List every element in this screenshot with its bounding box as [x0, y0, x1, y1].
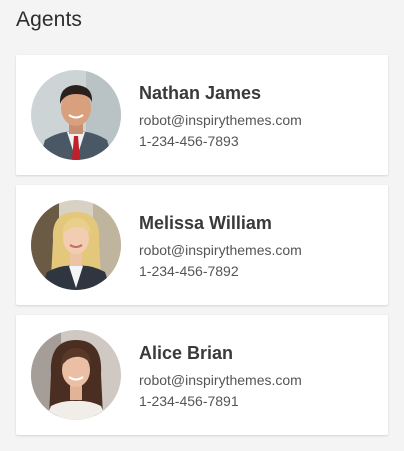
agent-photo[interactable] — [31, 200, 121, 290]
agent-photo[interactable] — [31, 70, 121, 160]
brunette-woman-portrait-icon — [31, 330, 121, 420]
agent-name[interactable]: Alice Brian — [139, 342, 302, 364]
agent-email[interactable]: robot@inspirythemes.com — [139, 240, 302, 261]
agent-phone[interactable]: 1-234-456-7892 — [139, 261, 302, 282]
agent-photo[interactable] — [31, 330, 121, 420]
agent-phone[interactable]: 1-234-456-7891 — [139, 391, 302, 412]
agent-email[interactable]: robot@inspirythemes.com — [139, 370, 302, 391]
agent-phone[interactable]: 1-234-456-7893 — [139, 131, 302, 152]
agent-email[interactable]: robot@inspirythemes.com — [139, 110, 302, 131]
agent-name[interactable]: Nathan James — [139, 82, 302, 104]
agent-card[interactable]: Alice Brian robot@inspirythemes.com 1-23… — [16, 315, 388, 435]
agent-name[interactable]: Melissa William — [139, 212, 302, 234]
blonde-woman-portrait-icon — [31, 200, 121, 290]
man-in-suit-portrait-icon — [31, 70, 121, 160]
agent-card[interactable]: Nathan James robot@inspirythemes.com 1-2… — [16, 55, 388, 175]
section-title: Agents — [16, 8, 82, 31]
agent-card[interactable]: Melissa William robot@inspirythemes.com … — [16, 185, 388, 305]
